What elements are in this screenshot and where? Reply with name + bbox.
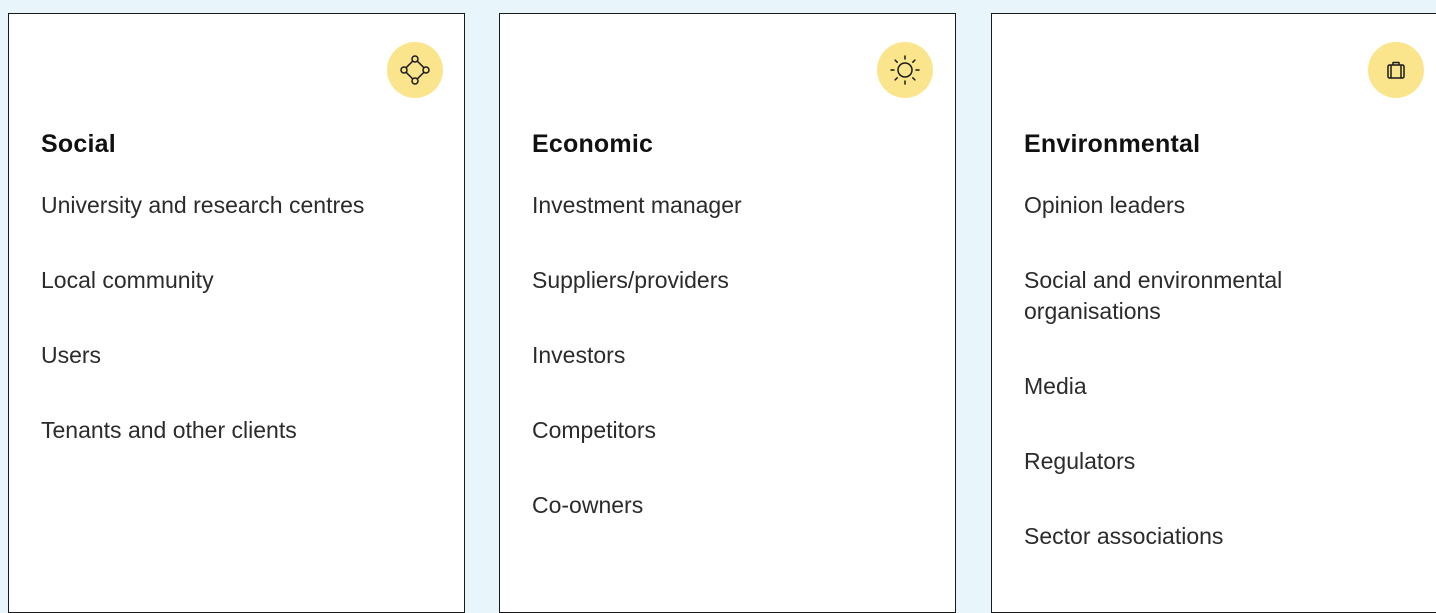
social-title: Social	[41, 130, 116, 158]
list-item: Tenants and other clients	[41, 417, 297, 443]
environmental-title: Environmental	[1024, 130, 1201, 158]
social-card: Social University and research centres L…	[8, 13, 465, 613]
list-item: Investors	[532, 342, 626, 368]
briefcase-icon	[1368, 42, 1424, 98]
list-item: Media	[1024, 373, 1087, 399]
list-item: Competitors	[532, 417, 656, 443]
list-item: Suppliers/providers	[532, 267, 729, 293]
list-item: Users	[41, 342, 102, 368]
list-item: Social and environmental organisations	[1024, 267, 1283, 324]
environmental-card: Environmental Opinion leaders Social and…	[991, 13, 1436, 613]
social-stakeholder-list: University and research centres Local co…	[41, 190, 444, 490]
sun-icon	[877, 42, 933, 98]
economic-card: Economic Investment manager Suppliers/pr…	[499, 13, 956, 613]
list-item: Investment manager	[532, 192, 742, 218]
list-item: Opinion leaders	[1024, 192, 1186, 218]
network-nodes-icon	[387, 42, 443, 98]
environmental-stakeholder-list: Opinion leaders Social and environmental…	[1024, 190, 1430, 596]
list-item: Regulators	[1024, 448, 1136, 474]
economic-title: Economic	[532, 130, 654, 158]
list-item: Co-owners	[532, 492, 644, 518]
list-item: University and research centres	[41, 192, 365, 218]
economic-stakeholder-list: Investment manager Suppliers/providers I…	[532, 190, 935, 565]
list-item: Sector associations	[1024, 523, 1224, 549]
list-item: Local community	[41, 267, 214, 293]
